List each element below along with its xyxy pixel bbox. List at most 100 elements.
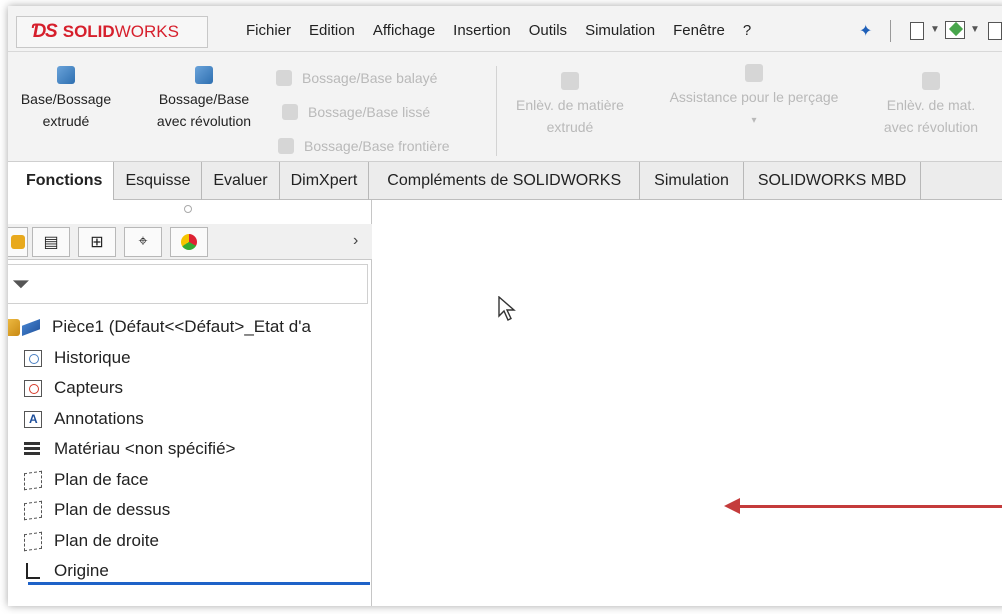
tree-item-historique[interactable]: Historique: [8, 343, 372, 374]
plane-icon: [24, 470, 42, 490]
feature-manager-tab-icon[interactable]: [8, 227, 28, 257]
tree-item-plan-de-droite[interactable]: Plan de droite: [8, 526, 372, 557]
swept-boss-label: Bossage/Base balayé: [302, 70, 438, 86]
boundary-boss-label: Bossage/Base frontière: [304, 138, 450, 154]
sensor-icon: [24, 380, 42, 397]
logo-works-text: WORKS: [114, 22, 179, 41]
history-icon: [24, 349, 42, 367]
menu-fichier[interactable]: Fichier: [246, 22, 291, 39]
tab-complements[interactable]: Compléments de SOLIDWORKS: [369, 162, 641, 200]
loft-boss-icon: [282, 104, 298, 120]
tree-item-label: Matériau <non spécifié>: [54, 439, 236, 458]
hole-wizard-button[interactable]: Assistance pour le perçage ▾: [648, 64, 860, 134]
new-dropdown-icon[interactable]: ▼: [930, 24, 940, 35]
material-icon: [24, 441, 42, 458]
dimxpert-manager-tab-icon[interactable]: ⌖: [124, 227, 162, 257]
annotation-arrow-head-icon: [724, 498, 740, 514]
tab-esquisse[interactable]: Esquisse: [114, 162, 203, 200]
funnel-icon: ⏷: [12, 271, 30, 296]
feature-tree: Pièce1 (Défaut<<Défaut>_Etat d'a Histori…: [8, 312, 372, 587]
cut-extrude-label-2: extrudé: [546, 119, 594, 135]
tab-fonctions[interactable]: Fonctions: [8, 162, 115, 200]
swept-boss-icon: [276, 70, 292, 86]
panel-tabs-chevron-icon[interactable]: ›: [353, 232, 358, 250]
menu-outils[interactable]: Outils: [529, 22, 567, 39]
tab-dimxpert[interactable]: DimXpert: [280, 162, 370, 200]
toolbar-separator: [890, 20, 891, 42]
cut-revolve-button[interactable]: Enlèv. de mat. avec révolution: [866, 72, 996, 138]
open-dropdown-icon[interactable]: ▼: [970, 24, 980, 35]
tree-root-part[interactable]: Pièce1 (Défaut<<Défaut>_Etat d'a: [8, 312, 372, 343]
boundary-boss-button[interactable]: Bossage/Base frontière: [278, 138, 450, 154]
extrude-boss-icon: [57, 66, 75, 84]
pin-icon[interactable]: ✦: [859, 21, 872, 41]
rollback-bar[interactable]: [28, 582, 370, 585]
new-document-icon[interactable]: [910, 22, 924, 40]
part-icon: [8, 319, 20, 336]
mouse-cursor-icon: [498, 296, 516, 321]
cut-extrude-button[interactable]: Enlèv. de matière extrudé: [502, 72, 638, 138]
revolve-boss-button[interactable]: Bossage/Base avec révolution: [136, 66, 272, 132]
display-manager-tab-icon[interactable]: [170, 227, 208, 257]
annotation-icon: [24, 404, 42, 434]
tree-item-label: Plan de face: [54, 469, 149, 489]
command-tabs: Fonctions Esquisse Evaluer DimXpert Comp…: [8, 162, 1002, 200]
tab-solidworks-mbd[interactable]: SOLIDWORKS MBD: [744, 162, 922, 200]
tree-item-label: Annotations: [54, 408, 144, 428]
tree-item-materiau[interactable]: Matériau <non spécifié>: [8, 434, 372, 465]
solidworks-window: ƊS SOLID WORKS Fichier Edition Affichage…: [8, 6, 1002, 606]
cut-extrude-label-1: Enlèv. de matière: [516, 97, 624, 113]
hole-wizard-label: Assistance pour le perçage: [669, 89, 839, 105]
tree-item-label: Plan de dessus: [54, 500, 171, 519]
cut-extrude-icon: [561, 72, 579, 90]
menu-insertion[interactable]: Insertion: [453, 22, 511, 39]
swept-boss-button[interactable]: Bossage/Base balayé: [276, 70, 437, 86]
open-document-icon[interactable]: [945, 21, 965, 39]
menu-fenetre[interactable]: Fenêtre: [673, 22, 725, 39]
save-document-icon[interactable]: [988, 22, 1002, 40]
tree-item-label: Historique: [54, 347, 131, 367]
tab-simulation[interactable]: Simulation: [640, 162, 744, 200]
solidworks-logo[interactable]: ƊS SOLID WORKS: [16, 16, 208, 48]
plane-icon: [24, 500, 42, 521]
ribbon-separator: [496, 66, 497, 156]
menu-list: Fichier Edition Affichage Insertion Outi…: [246, 22, 769, 39]
configuration-manager-tab-icon[interactable]: ⊞: [78, 227, 116, 257]
tab-evaluer[interactable]: Evaluer: [202, 162, 280, 200]
panel-tabs: ▤ ⊞ ⌖ ›: [8, 224, 372, 260]
tree-item-annotations[interactable]: Annotations: [8, 404, 372, 435]
cut-revolve-label-2: avec révolution: [883, 119, 979, 135]
command-manager-ribbon: Base/Bossage extrudé Bossage/Base avec r…: [8, 52, 1002, 162]
tree-item-plan-de-dessus[interactable]: Plan de dessus: [8, 495, 372, 526]
plane-icon: [24, 531, 42, 551]
menu-help[interactable]: ?: [743, 22, 751, 39]
menu-bar: ƊS SOLID WORKS Fichier Edition Affichage…: [8, 6, 1002, 52]
hole-wizard-icon: [745, 64, 763, 82]
menu-edition[interactable]: Edition: [309, 22, 355, 39]
cut-revolve-icon: [922, 72, 940, 90]
property-manager-tab-icon[interactable]: ▤: [32, 227, 70, 257]
extrude-boss-label-1: Base/Bossage: [20, 91, 112, 107]
tree-item-label: Plan de droite: [54, 530, 159, 550]
cut-revolve-label-1: Enlèv. de mat.: [886, 97, 976, 113]
extrude-boss-button[interactable]: Base/Bossage extrudé: [8, 66, 124, 132]
logo-ds-mark: ƊS: [31, 21, 58, 42]
menu-simulation[interactable]: Simulation: [585, 22, 655, 39]
tree-filter-field[interactable]: ⏷: [8, 264, 368, 304]
menu-affichage[interactable]: Affichage: [373, 22, 435, 39]
graphics-area[interactable]: [372, 200, 1002, 606]
feature-manager-panel: ▤ ⊞ ⌖ › ⏷ Pièce1 (Défaut<<Défaut>_Etat d…: [8, 200, 372, 606]
logo-solid-text: SOLID: [62, 22, 115, 41]
tree-item-capteurs[interactable]: Capteurs: [8, 373, 372, 404]
tree-root-label: Pièce1 (Défaut<<Défaut>_Etat d'a: [52, 317, 311, 336]
loft-boss-label: Bossage/Base lissé: [308, 104, 431, 120]
revolve-boss-icon: [195, 66, 213, 84]
tree-item-plan-de-face[interactable]: Plan de face: [8, 465, 372, 496]
loft-boss-button[interactable]: Bossage/Base lissé: [282, 104, 430, 120]
revolve-boss-label-1: Bossage/Base: [158, 91, 250, 107]
tree-item-label: Capteurs: [54, 378, 123, 397]
hole-wizard-dropdown-icon[interactable]: ▾: [648, 108, 860, 134]
annotation-arrow-line: [737, 505, 1002, 508]
boundary-boss-icon: [278, 138, 294, 154]
panel-resize-grip[interactable]: [184, 205, 192, 213]
